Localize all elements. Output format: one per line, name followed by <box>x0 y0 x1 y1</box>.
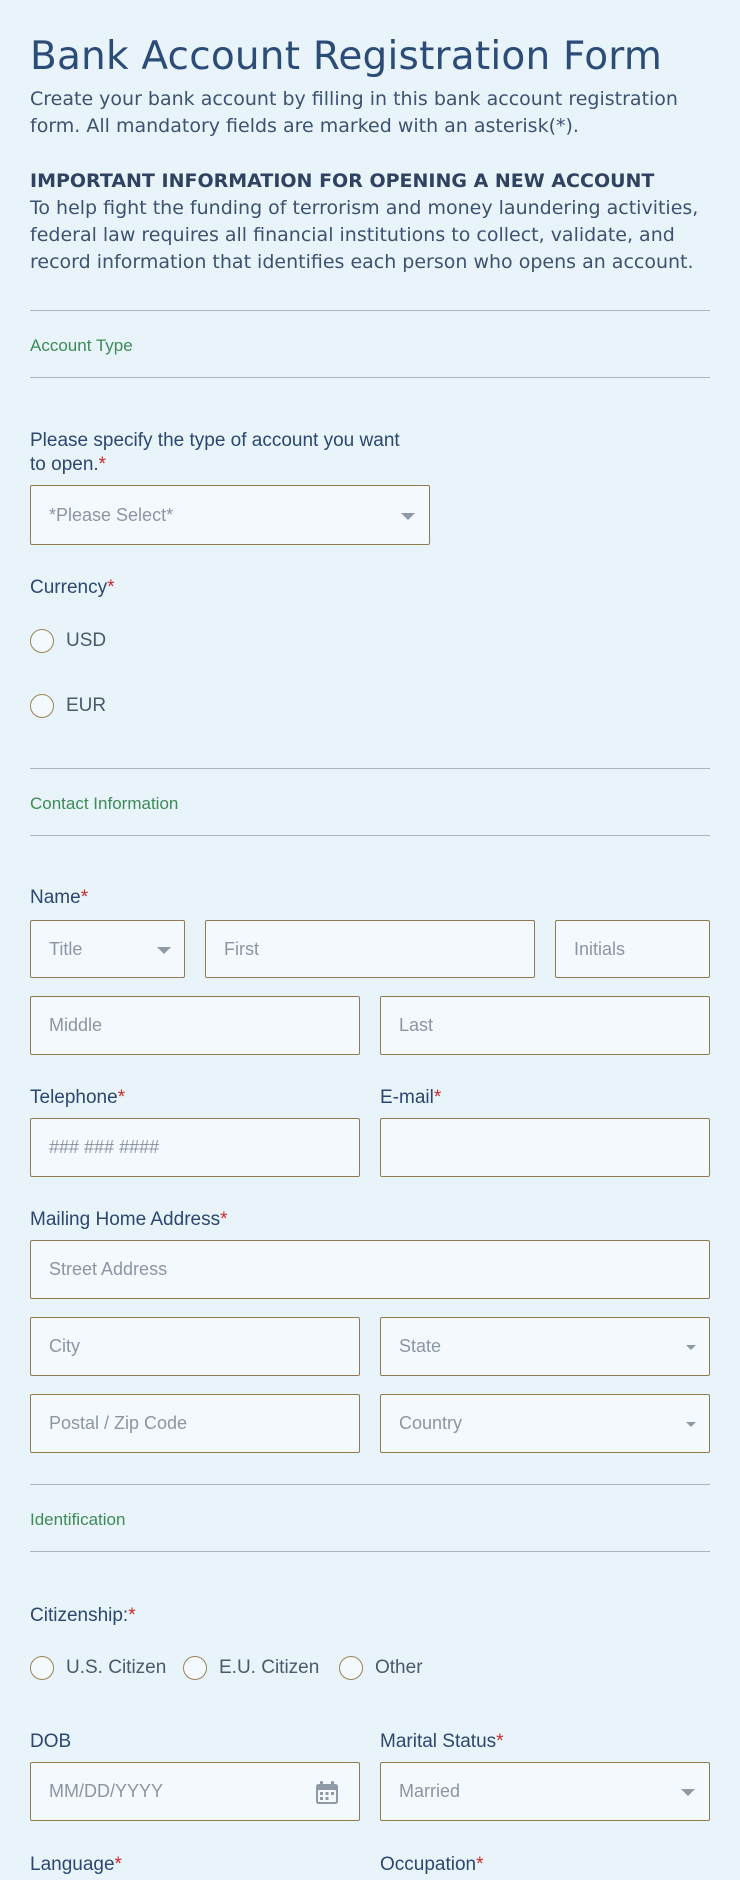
required-mark: * <box>80 887 89 908</box>
caret-down-icon <box>401 513 415 520</box>
required-mark: * <box>128 1605 136 1626</box>
marital-status-label: Marital Status* <box>380 1731 504 1752</box>
caret-down-icon <box>686 1345 696 1350</box>
registration-form: Bank Account Registration Form Create yo… <box>0 0 740 1880</box>
last-name-input[interactable]: Last <box>380 996 710 1055</box>
radio-us-citizen[interactable] <box>30 1656 54 1680</box>
account-type-select[interactable]: *Please Select* <box>30 485 430 545</box>
caret-down-icon <box>686 1422 696 1427</box>
city-input[interactable]: City <box>30 1317 360 1376</box>
caret-down-icon <box>681 1789 695 1796</box>
dob-label: DOB <box>30 1731 72 1752</box>
section-account-type: Account Type <box>30 336 133 355</box>
account-type-placeholder: *Please Select* <box>49 504 174 525</box>
radio-eu-citizen[interactable] <box>183 1656 207 1680</box>
required-mark: * <box>220 1209 228 1230</box>
state-select[interactable]: State <box>380 1317 710 1376</box>
calendar-icon[interactable] <box>314 1780 340 1811</box>
currency-eur-option[interactable]: EUR <box>30 694 106 718</box>
divider <box>30 377 710 378</box>
required-mark: * <box>98 454 107 475</box>
radio-us-citizen-label: U.S. Citizen <box>66 1657 167 1678</box>
divider <box>30 835 710 836</box>
radio-usd[interactable] <box>30 629 54 653</box>
required-mark: * <box>476 1854 484 1875</box>
first-name-input[interactable]: First <box>205 920 535 978</box>
section-contact-information: Contact Information <box>30 794 179 813</box>
citizenship-label: Citizenship:* <box>30 1605 136 1626</box>
required-mark: * <box>114 1854 122 1875</box>
section-identification: Identification <box>30 1510 126 1529</box>
telephone-label: Telephone* <box>30 1087 126 1108</box>
street-placeholder: Street Address <box>49 1259 168 1279</box>
citizenship-eu-option[interactable]: E.U. Citizen <box>183 1656 319 1680</box>
marital-status-value: Married <box>399 1781 461 1801</box>
radio-eur-label: EUR <box>66 695 107 716</box>
dob-input[interactable]: MM/DD/YYYY <box>30 1762 360 1821</box>
country-select[interactable]: Country <box>380 1394 710 1453</box>
caret-down-icon <box>157 947 171 954</box>
telephone-placeholder: ### ### #### <box>49 1137 160 1157</box>
country-placeholder: Country <box>399 1413 463 1433</box>
address-label: Mailing Home Address* <box>30 1209 228 1230</box>
citizenship-other-option[interactable]: Other <box>339 1656 423 1680</box>
radio-usd-label: USD <box>66 630 107 651</box>
divider <box>30 768 710 769</box>
state-placeholder: State <box>399 1336 442 1356</box>
radio-eur[interactable] <box>30 694 54 718</box>
important-text: To help fight the funding of terrorism a… <box>30 197 699 273</box>
city-placeholder: City <box>49 1336 80 1356</box>
divider <box>30 310 710 311</box>
initials-input[interactable]: Initials <box>555 920 710 978</box>
telephone-input[interactable]: ### ### #### <box>30 1118 360 1177</box>
occupation-label: Occupation* <box>380 1854 484 1875</box>
street-address-input[interactable]: Street Address <box>30 1240 710 1299</box>
required-mark: * <box>496 1731 504 1752</box>
radio-other[interactable] <box>339 1656 363 1680</box>
middle-name-input[interactable]: Middle <box>30 996 360 1055</box>
currency-label: Currency* <box>30 577 115 598</box>
important-info: IMPORTANT INFORMATION FOR OPENING A NEW … <box>30 168 720 276</box>
language-label: Language* <box>30 1854 122 1875</box>
first-placeholder: First <box>224 938 259 959</box>
required-mark: * <box>117 1087 126 1108</box>
citizenship-us-option[interactable]: U.S. Citizen <box>30 1656 166 1680</box>
marital-status-select[interactable]: Married <box>380 1762 710 1821</box>
name-title-select[interactable]: Title <box>30 920 185 978</box>
radio-eu-citizen-label: E.U. Citizen <box>219 1657 320 1678</box>
initials-placeholder: Initials <box>574 938 626 959</box>
divider <box>30 1484 710 1485</box>
name-label: Name* <box>30 887 89 908</box>
radio-other-label: Other <box>375 1657 423 1678</box>
last-placeholder: Last <box>399 1015 434 1035</box>
middle-placeholder: Middle <box>49 1015 103 1035</box>
title-placeholder: Title <box>49 938 83 959</box>
email-input[interactable] <box>380 1118 710 1177</box>
page-subtitle: Create your bank account by filling in t… <box>30 88 678 137</box>
zip-placeholder: Postal / Zip Code <box>49 1413 188 1433</box>
dob-placeholder: MM/DD/YYYY <box>49 1781 164 1801</box>
required-mark: * <box>107 577 115 598</box>
page-title: Bank Account Registration Form <box>30 34 663 79</box>
currency-usd-option[interactable]: USD <box>30 629 106 653</box>
zip-code-input[interactable]: Postal / Zip Code <box>30 1394 360 1453</box>
email-label: E-mail* <box>380 1087 442 1108</box>
divider <box>30 1551 710 1552</box>
important-heading: IMPORTANT INFORMATION FOR OPENING A NEW … <box>30 170 655 192</box>
required-mark: * <box>433 1087 442 1108</box>
account-type-label: Please specify the type of account you w… <box>30 430 400 475</box>
